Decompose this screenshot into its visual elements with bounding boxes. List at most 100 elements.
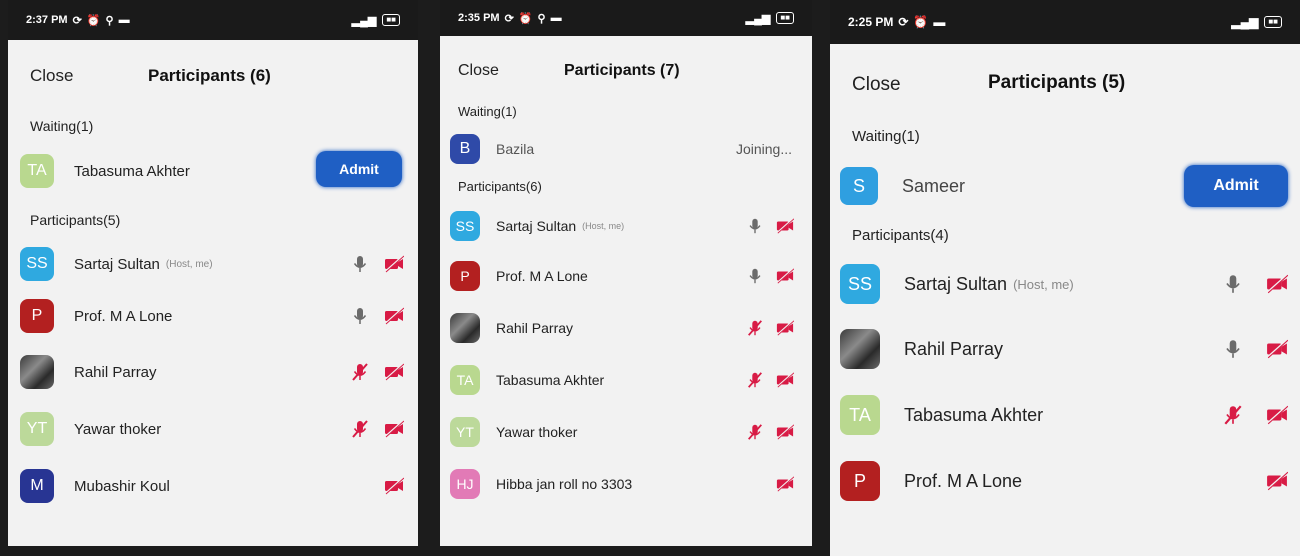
battery-icon: ■■ [382,14,400,26]
microphone-muted-icon[interactable] [350,419,370,439]
microphone-icon[interactable] [1222,338,1244,360]
participant-row[interactable]: HJ Hibba jan roll no 3303 [440,458,812,510]
joining-status: Joining... [735,141,792,157]
avatar: SS [840,264,880,304]
close-button[interactable]: Close [458,62,499,80]
participant-name: Prof. M A Lone [74,307,173,325]
microphone-muted-icon[interactable] [746,319,764,337]
participant-row[interactable]: Rahil Parray [440,302,812,354]
participant-name: Sartaj Sultan [904,273,1008,294]
participant-role: (Host, me) [582,221,625,231]
camera-off-icon[interactable] [776,217,794,235]
participant-name: Sartaj Sultan [496,218,577,234]
avatar-photo [20,355,54,389]
admit-button[interactable]: Admit [1184,165,1288,207]
close-button[interactable]: Close [852,74,901,96]
participant-row[interactable]: SS Sartaj Sultan (Host, me) [8,240,418,288]
microphone-muted-icon[interactable] [1222,404,1244,426]
participant-role: (Host, me) [1013,276,1074,292]
camera-off-icon[interactable] [776,267,794,285]
microphone-icon[interactable] [746,217,764,235]
page-title: Participants (6) [148,66,271,85]
participant-row[interactable]: P Prof. M A Lone [830,448,1300,514]
avatar: YT [450,417,480,447]
header: Close Participants (6) [8,40,418,110]
participant-name: Yawar thoker [496,424,578,440]
participant-name: Sartaj Sultan [74,255,160,273]
camera-off-icon[interactable] [776,423,794,441]
avatar: P [450,261,480,291]
signal-icon: ▂▄▆ [351,14,377,27]
participant-row[interactable]: P Prof. M A Lone [440,250,812,302]
microphone-muted-icon[interactable] [746,371,764,389]
participant-row[interactable]: SS Sartaj Sultan (Host, me) [440,202,812,250]
participant-name: Tabasuma Akhter [904,404,1044,425]
status-bar: 2:25 PM ⟳ ⏰ ▬ ▂▄▆ ■■ [830,0,1300,44]
camera-off-icon[interactable] [384,306,404,326]
participant-name: Rahil Parray [496,320,574,336]
microphone-muted-icon[interactable] [350,362,370,382]
waiting-row: TA Tabasuma Akhter Admit [8,142,418,200]
close-button[interactable]: Close [30,66,73,86]
waiting-row: B Bazila Joining... [440,123,812,175]
participant-name: Prof. M A Lone [904,470,1023,491]
sync-icon: ⟳ [898,15,909,29]
participant-name: Rahil Parray [74,363,157,381]
participant-row[interactable]: P Prof. M A Lone [8,288,418,344]
avatar: SS [450,211,480,241]
camera-off-icon[interactable] [1266,404,1288,426]
avatar: TA [450,365,480,395]
status-time: 2:37 PM [26,14,68,26]
participants-panel-3: 2:25 PM ⟳ ⏰ ▬ ▂▄▆ ■■ Close Participants … [830,0,1300,556]
signal-icon: ▂▄▆ [1231,15,1259,29]
camera-off-icon[interactable] [1266,470,1288,492]
camera-off-icon[interactable] [776,319,794,337]
search-icon: ⚲ [105,14,114,27]
camera-off-icon[interactable] [776,371,794,389]
camera-off-icon[interactable] [1266,273,1288,295]
camera-off-icon[interactable] [384,362,404,382]
waiting-section-label: Waiting(1) [852,128,920,145]
participant-name: Hibba jan roll no 3303 [496,476,633,492]
microphone-muted-icon[interactable] [746,423,764,441]
alarm-icon: ⏰ [518,12,533,25]
participants-section-label: Participants(4) [852,227,949,244]
battery-icon: ■■ [776,12,794,24]
waiting-section-label: Waiting(1) [30,118,94,134]
camera-off-icon[interactable] [384,419,404,439]
participant-row[interactable]: Rahil Parray [8,344,418,400]
participant-name: Bazila [496,141,535,157]
microphone-icon[interactable] [350,254,370,274]
microphone-icon[interactable] [350,306,370,326]
participant-row[interactable]: YT Yawar thoker [8,400,418,458]
camera-off-icon[interactable] [776,475,794,493]
avatar-photo [450,313,480,343]
video-status-icon: ▬ [550,12,562,24]
participant-row[interactable]: Rahil Parray [830,316,1300,382]
camera-off-icon[interactable] [1266,338,1288,360]
participant-role: (Host, me) [165,258,213,270]
video-status-icon: ▬ [118,14,130,26]
participant-row[interactable]: TA Tabasuma Akhter [830,382,1300,448]
avatar: TA [840,395,880,435]
video-status-icon: ▬ [933,15,946,29]
participants-section-label: Participants(5) [30,212,121,228]
participant-row[interactable]: TA Tabasuma Akhter [440,354,812,406]
microphone-icon[interactable] [746,267,764,285]
avatar: TA [20,154,54,188]
sync-icon: ⟳ [504,12,514,25]
participant-name: Mubashir Koul [74,477,170,495]
camera-off-icon[interactable] [384,476,404,496]
page-title: Participants (5) [988,72,1126,93]
admit-button[interactable]: Admit [316,151,402,187]
battery-icon: ■■ [1264,16,1282,28]
camera-off-icon[interactable] [384,254,404,274]
status-time: 2:35 PM [458,12,500,24]
participant-name: Prof. M A Lone [496,268,588,284]
participant-row[interactable]: YT Yawar thoker [440,406,812,458]
microphone-icon[interactable] [1222,273,1244,295]
status-time: 2:25 PM [848,15,894,29]
participants-panel-1: 2:37 PM ⟳ ⏰ ⚲ ▬ ▂▄▆ ■■ Close Participant… [8,0,418,546]
participant-row[interactable]: SS Sartaj Sultan (Host, me) [830,252,1300,316]
participant-row[interactable]: M Mubashir Koul [8,458,418,514]
